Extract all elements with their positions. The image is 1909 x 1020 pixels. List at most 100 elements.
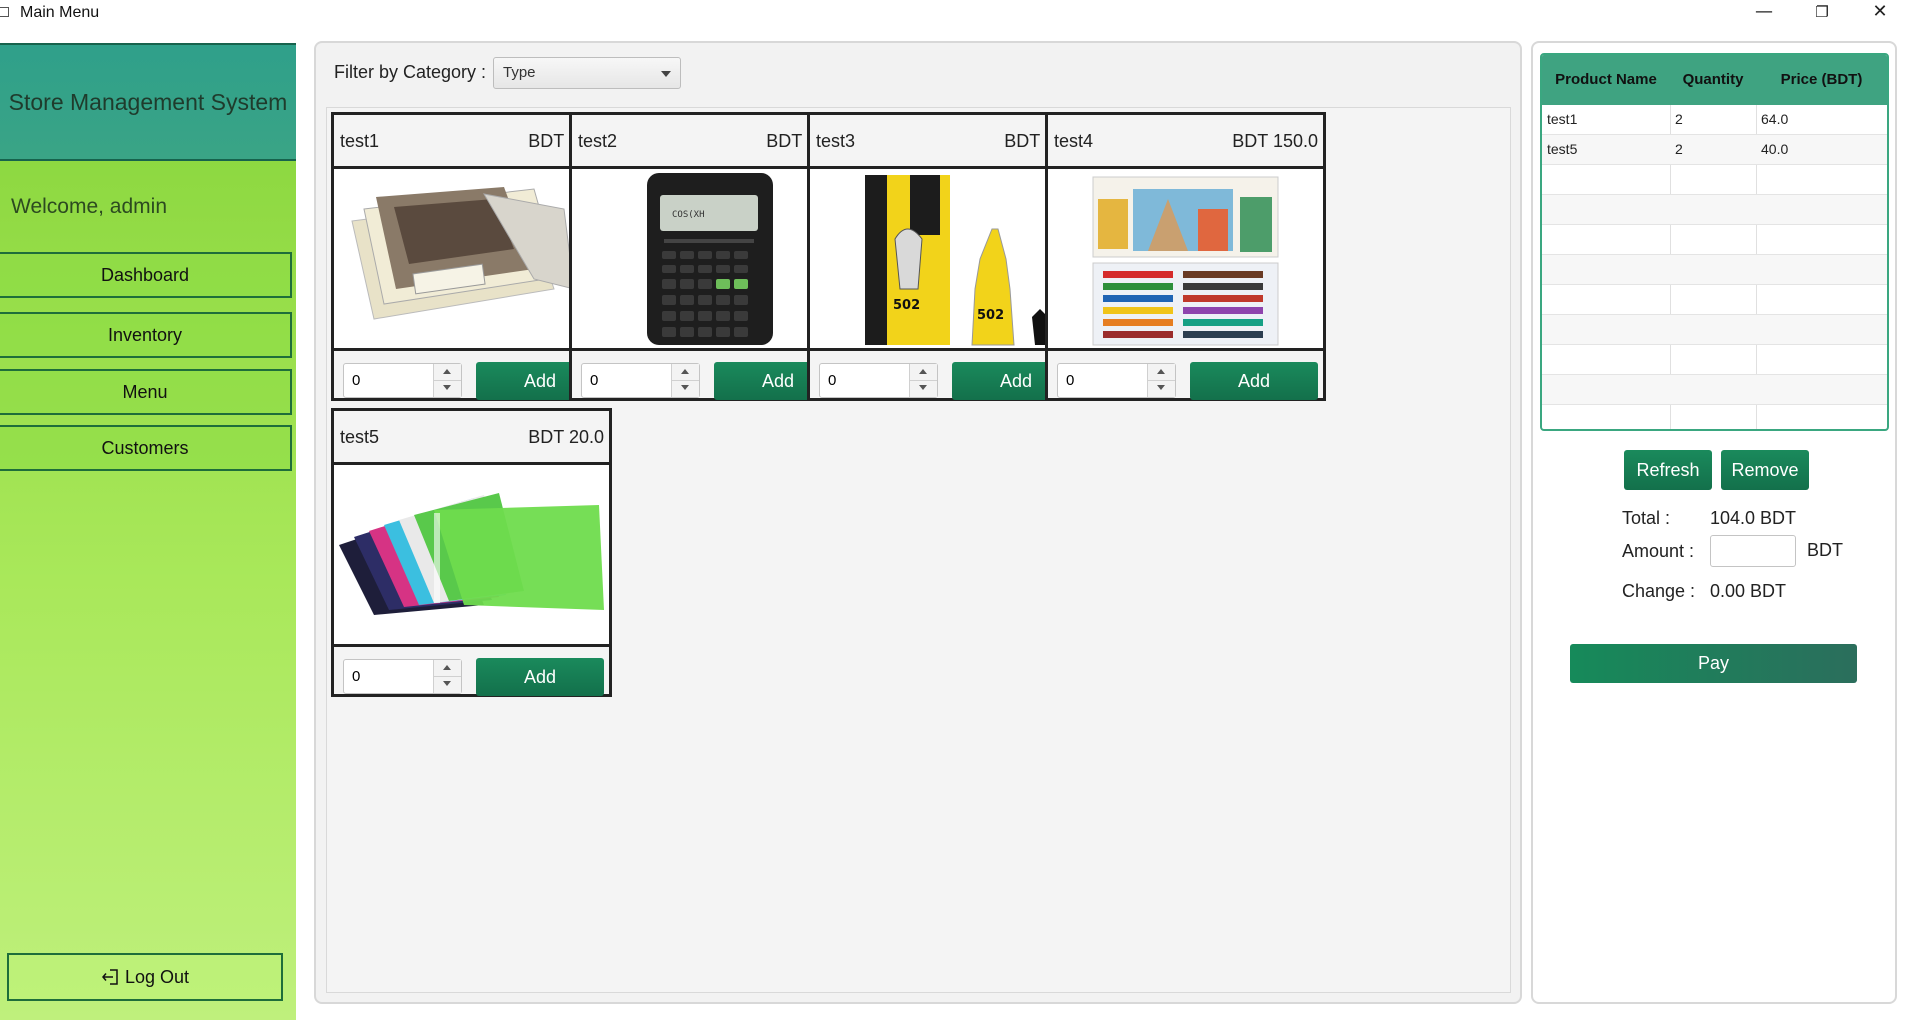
product-grid: test1 BDT 32.0 Add <box>326 107 1511 993</box>
category-filter-select[interactable]: Type <box>493 57 681 89</box>
add-to-cart-button[interactable]: Add <box>476 658 604 696</box>
cell-price: 40.0 <box>1761 141 1789 157</box>
column-header-price[interactable]: Price (BDT) <box>1756 55 1887 105</box>
quantity-stepper[interactable] <box>1057 363 1176 398</box>
close-button[interactable]: ✕ <box>1855 0 1905 27</box>
product-card-header: test1 BDT 32.0 <box>334 115 609 169</box>
minimize-button[interactable]: — <box>1739 0 1789 27</box>
window-title: Main Menu <box>20 4 100 21</box>
sidebar-item-customers[interactable]: Customers <box>0 425 292 471</box>
product-image-paint-set <box>1048 169 1323 351</box>
cell-price: 64.0 <box>1761 111 1789 127</box>
decrement-icon[interactable] <box>434 676 461 692</box>
quantity-stepper[interactable] <box>343 659 462 694</box>
empty-row <box>1542 255 1887 285</box>
table-row[interactable]: test5 2 40.0 <box>1542 135 1887 165</box>
category-filter-value: Type <box>503 64 536 81</box>
product-name: test5 <box>340 427 380 447</box>
quantity-stepper[interactable] <box>581 363 700 398</box>
empty-row <box>1542 225 1887 255</box>
column-header-product-name[interactable]: Product Name <box>1542 55 1670 105</box>
sidebar-item-menu[interactable]: Menu <box>0 369 292 415</box>
quantity-stepper[interactable] <box>343 363 462 398</box>
pay-button[interactable]: Pay <box>1570 644 1857 683</box>
product-price: BDT 150.0 <box>1232 131 1318 151</box>
empty-row <box>1542 315 1887 345</box>
product-image-calculator: COS(XH <box>572 169 847 351</box>
app-icon <box>0 7 9 17</box>
change-label: Change : <box>1622 581 1696 601</box>
increment-icon[interactable] <box>672 364 699 381</box>
refresh-button[interactable]: Refresh <box>1624 450 1712 490</box>
add-to-cart-button[interactable]: Add <box>1190 362 1318 400</box>
amount-input[interactable] <box>1710 535 1796 567</box>
logout-button[interactable]: Log Out <box>7 953 283 1001</box>
increment-icon[interactable] <box>910 364 937 381</box>
filter-label: Filter by Category : <box>334 62 487 82</box>
svg-text:502: 502 <box>893 298 920 313</box>
cell-quantity: 2 <box>1675 111 1683 127</box>
window-title-bar: Main Menu — ❐ ✕ <box>0 0 1909 27</box>
sidebar-item-dashboard[interactable]: Dashboard <box>0 252 292 298</box>
quantity-spinner <box>671 364 699 397</box>
product-card: test4 BDT 150.0 0 Add <box>1045 112 1326 401</box>
quantity-stepper[interactable] <box>819 363 938 398</box>
quantity-input[interactable] <box>820 364 908 397</box>
app-name: Store Management System <box>0 43 296 161</box>
product-image-folders <box>334 465 609 647</box>
decrement-icon[interactable] <box>434 380 461 396</box>
empty-row <box>1542 375 1887 405</box>
chevron-down-icon <box>661 71 671 77</box>
product-image-notebooks <box>334 169 609 351</box>
product-card-header: test2 BDT 52.0 <box>572 115 847 169</box>
quantity-input[interactable] <box>344 660 432 693</box>
decrement-icon[interactable] <box>1148 380 1175 396</box>
empty-row <box>1542 165 1887 195</box>
total-label: Total : <box>1622 508 1671 528</box>
cell-quantity: 2 <box>1675 141 1683 157</box>
product-image-glue: 502 502 <box>810 169 1085 351</box>
quantity-spinner <box>909 364 937 397</box>
product-panel: Filter by Category : Type test1 BDT 32.0 <box>314 41 1522 1004</box>
product-name: test2 <box>578 131 618 151</box>
column-header-quantity[interactable]: Quantity <box>1670 55 1756 105</box>
product-name: test1 <box>340 131 380 151</box>
quantity-input[interactable] <box>344 364 432 397</box>
cart-table-header: Product Name Quantity Price (BDT) <box>1542 55 1887 105</box>
logout-label: Log Out <box>124 966 190 987</box>
svg-text:COS(XH: COS(XH <box>672 210 705 220</box>
product-price: BDT 20.0 <box>528 427 604 447</box>
decrement-icon[interactable] <box>910 380 937 396</box>
table-row[interactable]: test1 2 64.0 <box>1542 105 1887 135</box>
product-card-header: test4 BDT 150.0 <box>1048 115 1323 169</box>
quantity-spinner <box>1147 364 1175 397</box>
product-card-header: test5 BDT 20.0 <box>334 411 609 465</box>
quantity-input[interactable] <box>1058 364 1146 397</box>
quantity-input[interactable] <box>582 364 670 397</box>
quantity-spinner <box>433 660 461 693</box>
increment-icon[interactable] <box>1148 364 1175 381</box>
empty-row <box>1542 405 1887 429</box>
sidebar-item-inventory[interactable]: Inventory <box>0 312 292 358</box>
remove-button[interactable]: Remove <box>1721 450 1809 490</box>
sidebar: Store Management System Welcome, admin D… <box>0 43 296 1020</box>
amount-label: Amount : <box>1622 541 1695 561</box>
product-name: test3 <box>816 131 856 151</box>
empty-row <box>1542 285 1887 315</box>
product-card: test5 BDT 20.0 0 Add <box>331 408 612 697</box>
restore-button[interactable]: ❐ <box>1797 0 1847 27</box>
increment-icon[interactable] <box>434 364 461 381</box>
logout-icon <box>101 968 119 986</box>
amount-unit: BDT <box>1807 540 1843 560</box>
empty-row <box>1542 195 1887 225</box>
increment-icon[interactable] <box>434 660 461 677</box>
cart-panel: Product Name Quantity Price (BDT) test1 … <box>1531 41 1897 1004</box>
svg-text:502: 502 <box>977 308 1004 323</box>
quantity-spinner <box>433 364 461 397</box>
change-value: 0.00 BDT <box>1710 581 1787 601</box>
welcome-text: Welcome, admin <box>11 195 168 218</box>
product-card-header: test3 BDT 20.0 <box>810 115 1085 169</box>
decrement-icon[interactable] <box>672 380 699 396</box>
cell-product-name: test1 <box>1547 111 1578 127</box>
cart-table[interactable]: Product Name Quantity Price (BDT) test1 … <box>1540 53 1889 431</box>
